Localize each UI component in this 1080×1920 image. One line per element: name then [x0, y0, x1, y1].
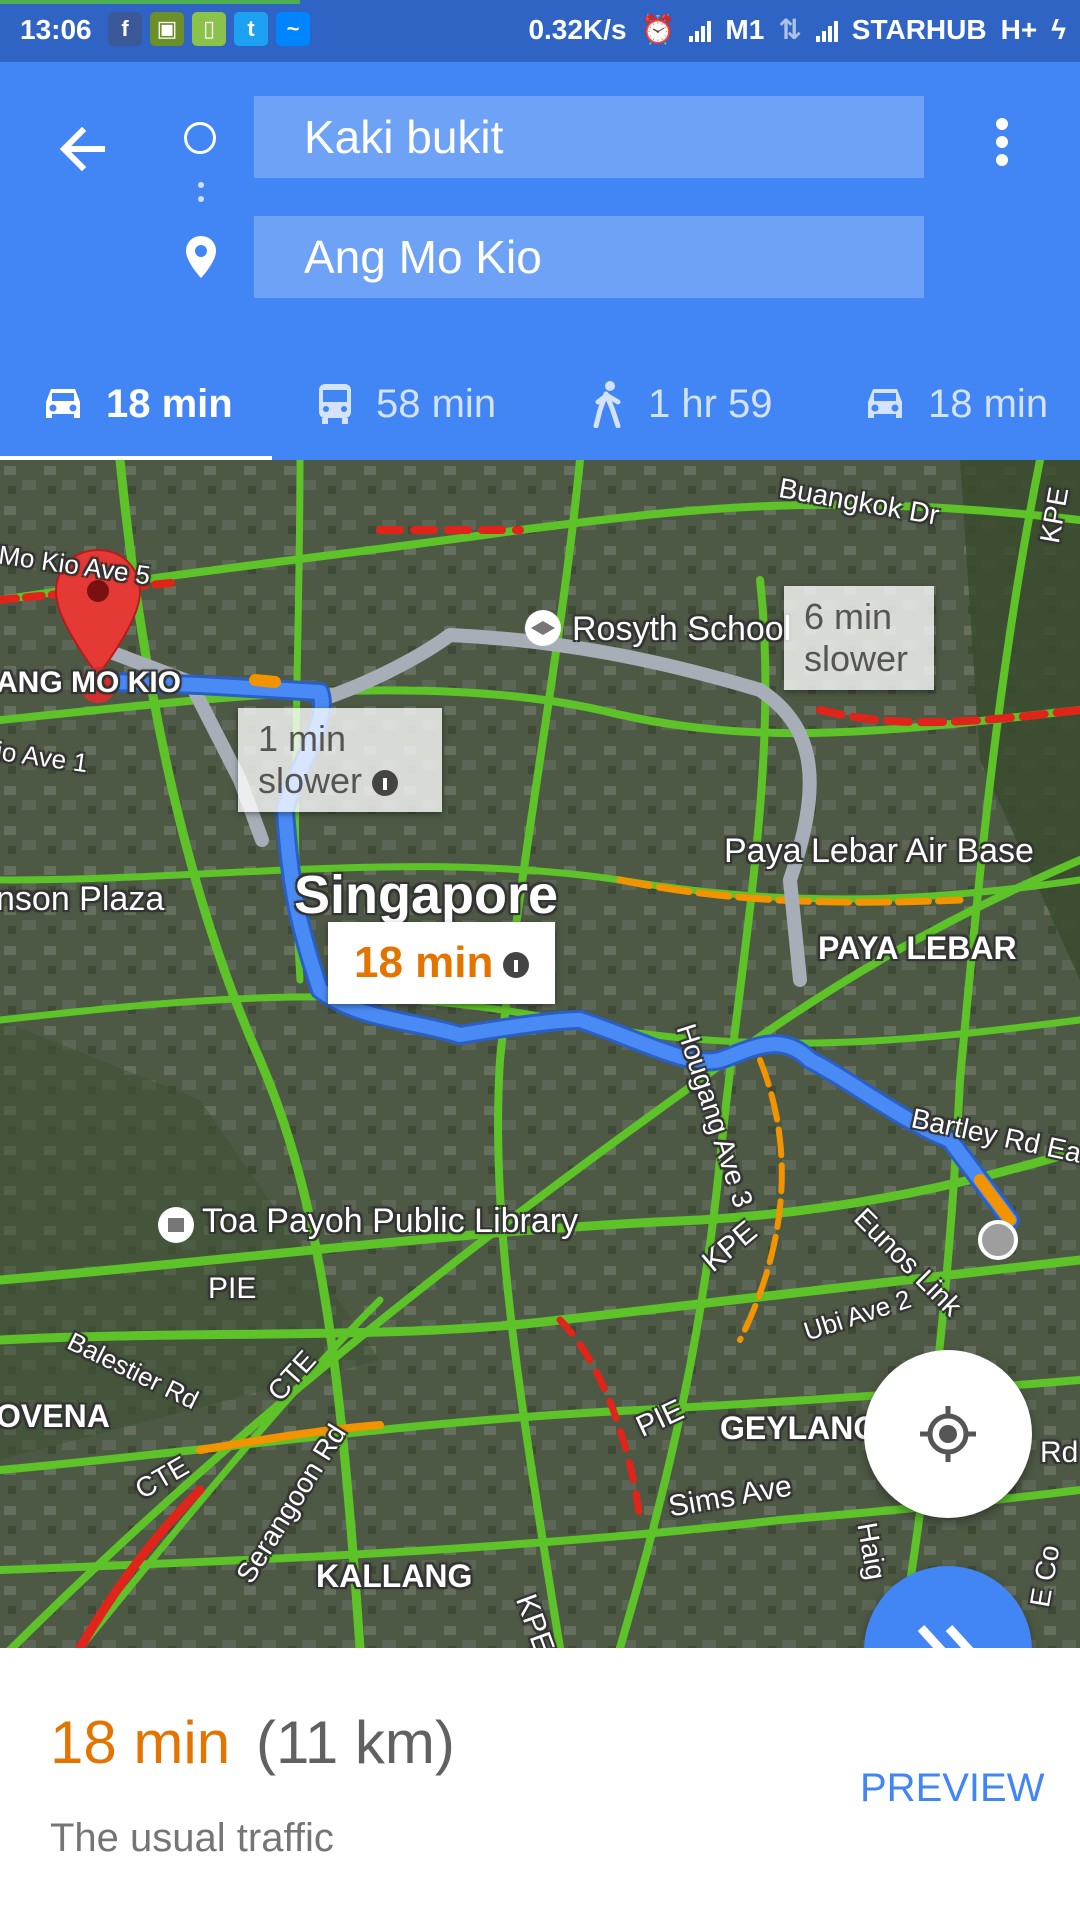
- network-type: H+: [1000, 13, 1038, 45]
- transit-icon: [319, 384, 351, 424]
- tab-taxi-label: 18 min: [928, 381, 1049, 426]
- tab-drive-label: 18 min: [106, 381, 233, 426]
- destination-pin-icon: [186, 236, 216, 278]
- route-connector: [198, 182, 204, 210]
- main-route-duration: 18 min: [354, 938, 494, 987]
- my-location-button[interactable]: [864, 1350, 1032, 1518]
- tab-drive[interactable]: 18 min: [40, 348, 233, 460]
- taxi-icon: [868, 389, 902, 418]
- android-icon: ▣: [150, 12, 184, 46]
- map-label-paya-lebar-airbase: Paya Lebar Air Base: [724, 832, 1034, 870]
- map-label-singapore: Singapore: [294, 865, 559, 925]
- crosshair-icon: [920, 1406, 976, 1462]
- notification-icons: f ▣ ▯ t ~: [108, 12, 310, 46]
- tab-transit[interactable]: 58 min: [314, 348, 496, 460]
- progress-line: [0, 0, 300, 4]
- origin-marker: [978, 1220, 1018, 1260]
- facebook-icon: f: [108, 12, 142, 46]
- twitter-icon: t: [234, 12, 268, 46]
- summary-traffic: The usual traffic: [50, 1816, 334, 1860]
- messenger-icon: ~: [276, 12, 310, 46]
- alt-route-1-line1: 1 min: [258, 718, 347, 759]
- map-label-junction: nson Plaza: [0, 880, 165, 918]
- origin-circle-icon: [184, 122, 216, 154]
- travel-mode-tabs: 18 min 58 min 1 hr 59 18 min: [0, 348, 1080, 460]
- status-right: 0.32K/s ⏰ M1 ⇅ STARHUB H+ ϟ: [528, 13, 1066, 46]
- data-arrows-icon: ⇅: [778, 14, 802, 45]
- alt-route-callout-1[interactable]: 1 min slower: [238, 708, 442, 812]
- alt-route-2-line1: 6 min: [804, 596, 893, 637]
- destination-field[interactable]: Ang Mo Kio: [254, 216, 924, 298]
- walk-icon: [593, 381, 621, 428]
- info-icon: [372, 770, 399, 797]
- carrier2: STARHUB: [851, 13, 987, 45]
- map-label-kallang: KALLANG: [316, 1558, 473, 1594]
- summary-distance: (11 km): [256, 1709, 455, 1776]
- summary-duration: 18 min: [50, 1709, 231, 1776]
- map-label-geylang: GEYLANG: [720, 1410, 879, 1446]
- tab-transit-label: 58 min: [376, 381, 497, 426]
- battery-app-icon: ▯: [192, 12, 226, 46]
- preview-button[interactable]: PREVIEW: [860, 1766, 1044, 1811]
- status-bar: 13:06 f ▣ ▯ t ~ 0.32K/s ⏰ M1 ⇅ STARHUB H…: [0, 0, 1080, 62]
- route-summary-sheet[interactable]: 18 min (11 km) The usual traffic PREVIEW: [0, 1648, 1080, 1920]
- charging-icon: ϟ: [1051, 13, 1066, 45]
- info-icon: [503, 952, 530, 979]
- map-label-rd: Rd: [1040, 1436, 1079, 1469]
- main-route-callout[interactable]: 18 min: [328, 922, 556, 1004]
- map-label-toa-payoh-library: Toa Payoh Public Library: [202, 1202, 579, 1240]
- back-arrow-icon: [59, 126, 105, 172]
- tab-walk-label: 1 hr 59: [648, 381, 773, 426]
- directions-header: Kaki bukit Ang Mo Kio 18 min 58 min 1 hr…: [0, 62, 1080, 461]
- back-button[interactable]: [52, 114, 122, 184]
- tab-taxi[interactable]: 18 min: [862, 348, 1048, 460]
- origin-field[interactable]: Kaki bukit: [254, 96, 924, 178]
- network-speed: 0.32K/s: [528, 13, 627, 45]
- map-label-amk: ANG MO KIO: [0, 666, 181, 699]
- alarm-icon: ⏰: [640, 14, 676, 45]
- map-label-rosyth: Rosyth School: [572, 610, 792, 648]
- status-time: 13:06: [20, 14, 92, 45]
- alt-route-callout-2[interactable]: 6 min slower: [784, 586, 934, 690]
- overflow-menu-button[interactable]: [984, 110, 1020, 174]
- signal-icon-2: [815, 18, 838, 42]
- car-icon: [46, 389, 80, 418]
- signal-icon: [689, 18, 712, 42]
- alt-route-1-line2: slower: [258, 760, 422, 802]
- map-label-pie-1: PIE: [208, 1272, 257, 1305]
- carrier1: M1: [725, 13, 765, 45]
- tab-walk[interactable]: 1 hr 59: [588, 348, 773, 460]
- map-label-novena: OVENA: [0, 1398, 110, 1434]
- map-label-paya-lebar: PAYA LEBAR: [818, 930, 1017, 966]
- alt-route-2-line2: slower: [804, 638, 909, 679]
